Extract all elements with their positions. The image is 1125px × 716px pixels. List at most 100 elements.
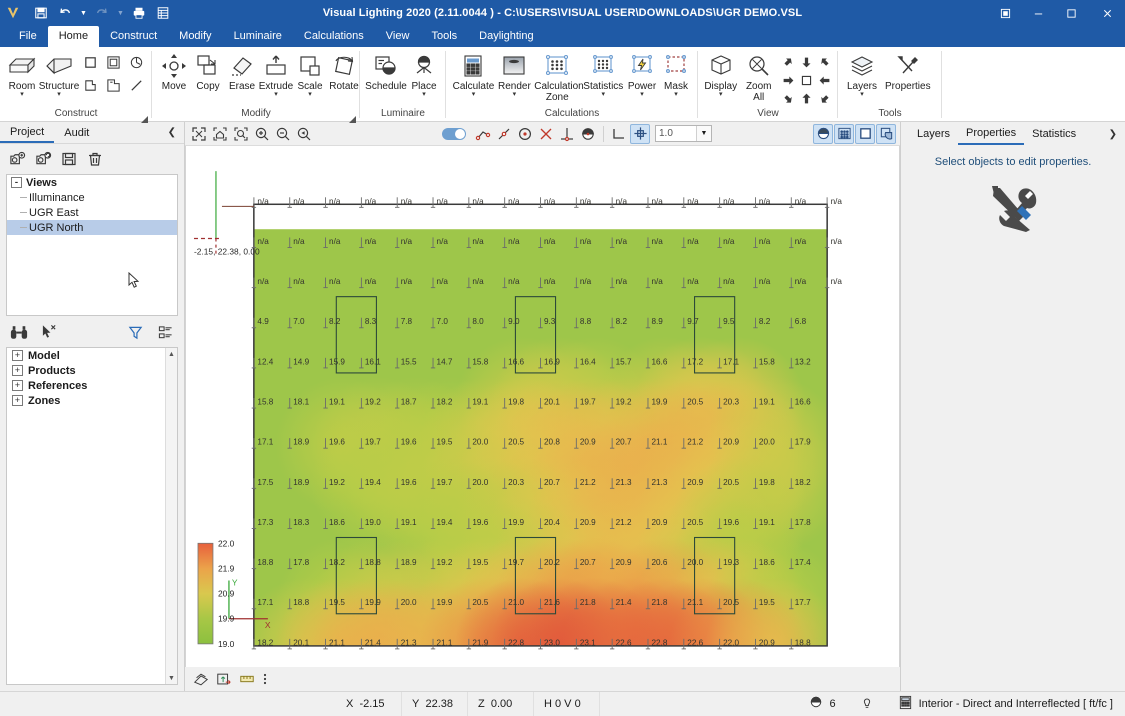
expander-icon[interactable]: + — [12, 350, 23, 361]
close-icon[interactable] — [1089, 0, 1125, 26]
render-button[interactable]: Render ▾ — [496, 49, 533, 98]
zoom-home-icon[interactable] — [210, 124, 230, 144]
structure-button[interactable]: Structure ▾ — [39, 49, 79, 98]
scale-button[interactable]: Scale ▾ — [293, 49, 327, 98]
circle-arc-icon[interactable] — [125, 51, 147, 73]
tree-item-model[interactable]: + Model — [7, 348, 177, 363]
display-button[interactable]: Display ▾ — [703, 49, 738, 98]
tab-layers[interactable]: Layers — [909, 124, 958, 144]
calculation-zone-button[interactable]: Calculation Zone — [533, 49, 584, 103]
minimize-icon[interactable] — [1023, 0, 1053, 26]
snap-toggle[interactable] — [442, 127, 466, 140]
scale-bar-icon[interactable] — [237, 669, 257, 689]
power-caret-icon[interactable]: ▾ — [640, 91, 644, 98]
chevron-left-icon[interactable]: ❮ — [160, 127, 184, 138]
arrow-down-icon[interactable] — [797, 53, 815, 71]
ortho-icon[interactable] — [609, 124, 629, 144]
plan-view-icon[interactable] — [191, 669, 211, 689]
tree-item-references[interactable]: + References — [7, 378, 177, 393]
tree-item-illuminance[interactable]: Illuminance — [7, 190, 177, 205]
snap-quadrant-icon[interactable] — [578, 124, 598, 144]
tab-tools[interactable]: Tools — [420, 26, 468, 47]
restore-small-icon[interactable] — [987, 0, 1023, 26]
tree-node-views[interactable]: - Views — [7, 175, 177, 190]
tab-daylighting[interactable]: Daylighting — [468, 26, 544, 47]
square-view-icon[interactable] — [797, 71, 815, 89]
collapse-expander[interactable]: - — [11, 177, 22, 188]
zoom-window-icon[interactable] — [231, 124, 251, 144]
tree-item-ugr-east[interactable]: UGR East — [7, 205, 177, 220]
export-view-icon[interactable] — [214, 669, 234, 689]
arrow-right-icon[interactable] — [779, 71, 797, 89]
snap-center-icon[interactable] — [515, 124, 535, 144]
square-outline-icon[interactable] — [102, 51, 124, 73]
copy-button[interactable]: Copy — [191, 49, 225, 92]
mask-caret-icon[interactable]: ▾ — [674, 91, 678, 98]
grid-snap-icon[interactable] — [630, 123, 650, 144]
rotate-button[interactable]: Rotate — [327, 49, 361, 92]
grid-display-icon[interactable] — [834, 123, 854, 144]
group-list-icon[interactable] — [154, 323, 176, 341]
tab-file[interactable]: File — [8, 26, 48, 47]
modify-dialog-launcher[interactable] — [349, 114, 356, 123]
arrow-up-icon[interactable] — [797, 89, 815, 107]
arrow-up-right-icon[interactable] — [815, 53, 833, 71]
extrude-caret-icon[interactable]: ▾ — [274, 91, 278, 98]
snap-midpoint-icon[interactable] — [494, 124, 514, 144]
grid-size-dropdown-icon[interactable]: ▼ — [696, 126, 711, 141]
viewport-canvas[interactable]: n/a n/a n/a n/a n/a n/a n/a n/a n/a n/a n/a n/a n/a n… — [185, 146, 900, 667]
zoom-out-icon[interactable] — [273, 124, 293, 144]
move-button[interactable]: Move — [157, 49, 191, 92]
expander-icon[interactable]: + — [12, 395, 23, 406]
arrow-up-left-icon[interactable] — [779, 53, 797, 71]
expander-icon[interactable]: + — [12, 380, 23, 391]
tab-properties[interactable]: Properties — [958, 123, 1025, 145]
camera-refresh-icon[interactable] — [32, 149, 54, 169]
properties-button[interactable]: Properties — [881, 49, 935, 92]
arrow-down-left-icon[interactable] — [779, 89, 797, 107]
statistics-button[interactable]: Statistics ▾ — [582, 49, 625, 98]
print-icon[interactable] — [128, 2, 150, 24]
snap-perpendicular-icon[interactable] — [557, 124, 577, 144]
binoculars-icon[interactable] — [8, 323, 30, 341]
tab-statistics[interactable]: Statistics — [1024, 124, 1084, 144]
square-solid-icon[interactable] — [79, 51, 101, 73]
tree-item-products[interactable]: + Products — [7, 363, 177, 378]
tree-item-ugr-north[interactable]: UGR North — [7, 220, 177, 235]
mask-button[interactable]: Mask ▾ — [659, 49, 693, 98]
statistics-caret-icon[interactable]: ▾ — [602, 91, 606, 98]
arrow-down-right-icon[interactable] — [815, 89, 833, 107]
tab-luminaire[interactable]: Luminaire — [223, 26, 293, 47]
redo-icon[interactable] — [91, 2, 113, 24]
erase-button[interactable]: Erase — [225, 49, 259, 92]
save-view-icon[interactable] — [58, 149, 80, 169]
scroll-down-icon[interactable]: ▼ — [166, 672, 177, 684]
shading-icon[interactable] — [813, 123, 833, 144]
undo-icon[interactable] — [54, 2, 76, 24]
snap-endpoint-icon[interactable] — [473, 124, 493, 144]
tab-view[interactable]: View — [375, 26, 421, 47]
extrude-button[interactable]: Extrude ▾ — [259, 49, 293, 98]
schedule-button[interactable]: Schedule — [365, 49, 407, 92]
zoom-previous-icon[interactable] — [294, 124, 314, 144]
filter-icon[interactable] — [124, 323, 146, 341]
construct-dialog-launcher[interactable] — [141, 114, 148, 123]
display-caret-icon[interactable]: ▾ — [719, 91, 723, 98]
place-caret-icon[interactable]: ▾ — [422, 91, 426, 98]
zoom-in-icon[interactable] — [252, 124, 272, 144]
redo-dropdown-icon[interactable]: ▼ — [115, 2, 126, 24]
chevron-right-icon[interactable]: ❯ — [1101, 129, 1125, 140]
render-view-icon[interactable] — [876, 123, 896, 144]
maximize-icon[interactable] — [1053, 0, 1089, 26]
tab-calculations[interactable]: Calculations — [293, 26, 375, 47]
more-options-icon[interactable] — [260, 669, 270, 689]
calculate-button[interactable]: Calculate ▾ — [451, 49, 496, 98]
model-tree-scrollbar[interactable]: ▲ ▼ — [165, 348, 177, 684]
snap-intersection-icon[interactable] — [536, 124, 556, 144]
deselect-cursor-icon[interactable] — [38, 323, 60, 341]
save-icon[interactable] — [30, 2, 52, 24]
delete-view-icon[interactable] — [84, 149, 106, 169]
layers-caret-icon[interactable]: ▾ — [860, 91, 864, 98]
arrow-left-icon[interactable] — [815, 71, 833, 89]
grid-size-field[interactable]: ▼ — [655, 125, 712, 142]
